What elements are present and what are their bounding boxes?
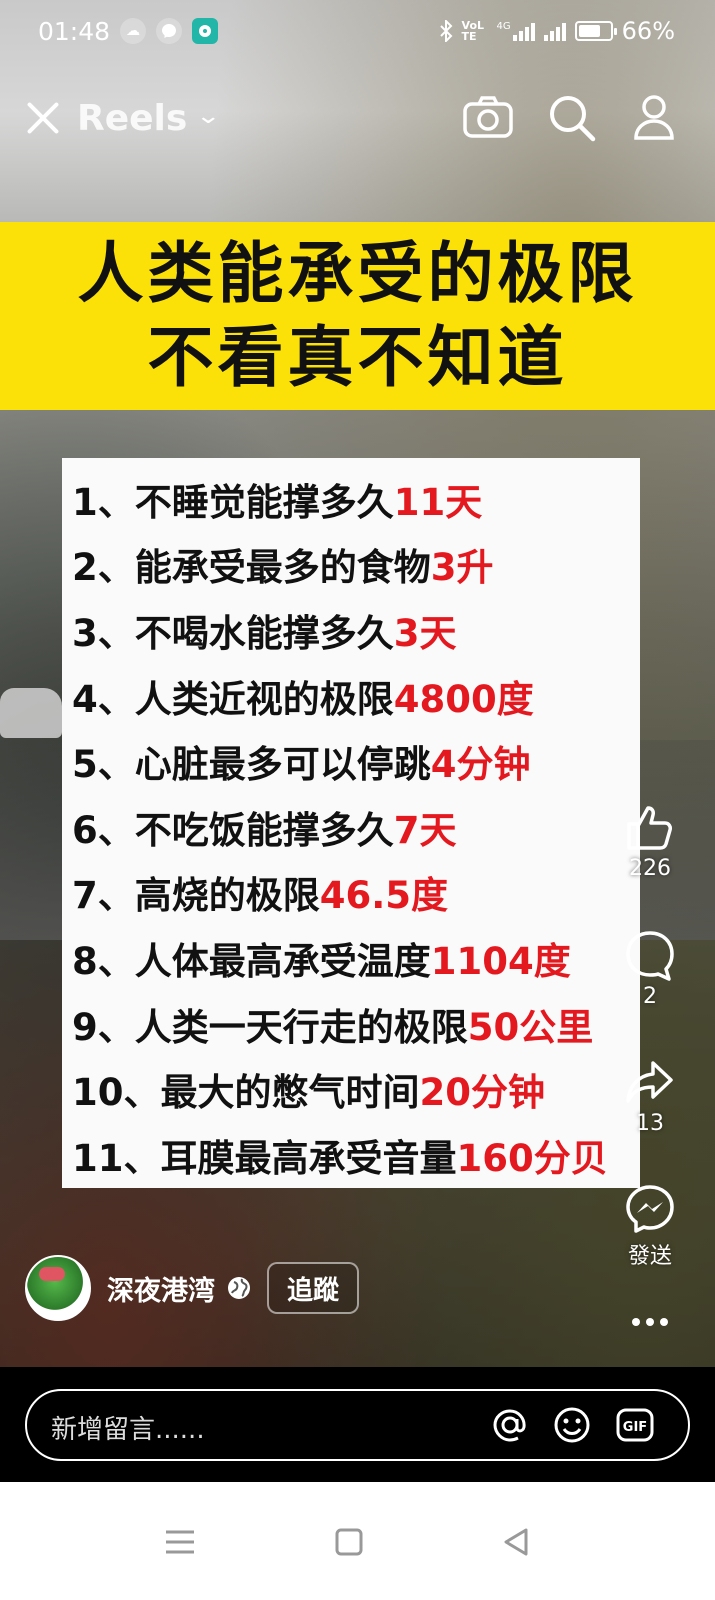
back-triangle-icon[interactable] [496, 1522, 536, 1562]
list-item: 5、 心脏最多可以停跳 4分钟 [72, 743, 531, 787]
comment-input[interactable]: 新增留言...... GIF [25, 1389, 690, 1461]
signal-4g-icon: 4G [497, 21, 535, 41]
volte-label: VoLTE [461, 19, 485, 43]
like-button[interactable]: 226 [585, 800, 715, 881]
comment-area: 新增留言...... GIF [0, 1367, 715, 1482]
signal-icon [543, 21, 566, 41]
list-item: 3、 不喝水能撑多久 3天 [72, 611, 457, 655]
gif-icon[interactable]: GIF [615, 1405, 655, 1445]
list-item: 10、 最大的憋气时间 20分钟 [72, 1071, 545, 1115]
comment-count: 2 [643, 984, 657, 1009]
banner-line-2: 不看真不知道 [147, 319, 568, 396]
battery-icon [574, 21, 617, 41]
chat-app-icon [192, 18, 218, 44]
status-time: 01:48 [38, 17, 111, 46]
status-bar: 01:48 ☁ VoLTE 4G 66% [0, 0, 715, 64]
list-item: 6、 不吃饭能撑多久 7天 [72, 808, 457, 852]
globe-icon [228, 1277, 250, 1299]
at-icon[interactable] [490, 1405, 530, 1445]
messenger-icon [156, 18, 182, 44]
follow-button[interactable]: 追蹤 [267, 1262, 360, 1314]
send-button[interactable]: 發送 [585, 1182, 715, 1270]
system-nav-bar [0, 1482, 715, 1600]
list-item: 2、 能承受最多的食物 3升 [72, 546, 494, 590]
list-item: 7、 高烧的极限 46.5度 [72, 874, 449, 918]
like-count: 226 [629, 856, 671, 881]
author-row: 深夜港湾 追蹤 [25, 1255, 360, 1321]
notification-icons: ☁ [120, 18, 218, 44]
send-label: 發送 [627, 1244, 672, 1269]
svg-text:GIF: GIF [623, 1420, 647, 1435]
avatar[interactable] [25, 1255, 91, 1321]
banner-line-1: 人类能承受的极限 [77, 235, 638, 312]
close-icon[interactable] [22, 98, 62, 138]
reels-title[interactable]: Reels [77, 98, 187, 139]
weather-icon: ☁ [120, 18, 146, 44]
bluetooth-icon [439, 20, 452, 42]
limits-list-card: 1、 不睡觉能撑多久 11天 2、 能承受最多的食物 3升 3、 不喝水能撑多久 3天 4、… [62, 458, 640, 1188]
profile-icon[interactable] [628, 92, 680, 144]
share-count: 13 [636, 1111, 664, 1136]
home-square-icon[interactable] [329, 1522, 369, 1562]
comment-placeholder: 新增留言...... [51, 1415, 205, 1445]
list-item: 11、 耳膜最高承受音量 160分贝 [72, 1136, 608, 1180]
emoji-icon[interactable] [552, 1405, 592, 1445]
list-item: 8、 人体最高承受温度 1104度 [72, 939, 571, 983]
menu-icon[interactable] [160, 1522, 200, 1562]
reels-header: Reels ⌄ [0, 88, 715, 158]
chevron-down-icon[interactable]: ⌄ [195, 104, 221, 129]
more-options-icon[interactable] [630, 1315, 670, 1329]
thumbs-up-icon [627, 806, 672, 850]
list-item: 9、 人类一天行走的极限 50公里 [72, 1005, 594, 1049]
list-item: 4、 人类近视的极限 4800度 [72, 677, 534, 721]
video-banner: 人类能承受的极限 不看真不知道 [0, 222, 715, 410]
list-item: 1、 不睡觉能撑多久 11天 [72, 480, 483, 524]
video-car [0, 688, 62, 738]
status-right: VoLTE 4G 66% [439, 17, 675, 45]
camera-icon[interactable] [462, 92, 514, 144]
battery-percent: 66% [621, 17, 675, 45]
share-button[interactable]: 13 [585, 1055, 715, 1136]
search-icon[interactable] [546, 92, 598, 144]
comment-button[interactable]: 2 [585, 928, 715, 1009]
messenger-icon [626, 1185, 674, 1233]
comment-icon [626, 931, 674, 981]
author-name[interactable]: 深夜港湾 [107, 1269, 215, 1308]
share-icon [626, 1061, 673, 1103]
